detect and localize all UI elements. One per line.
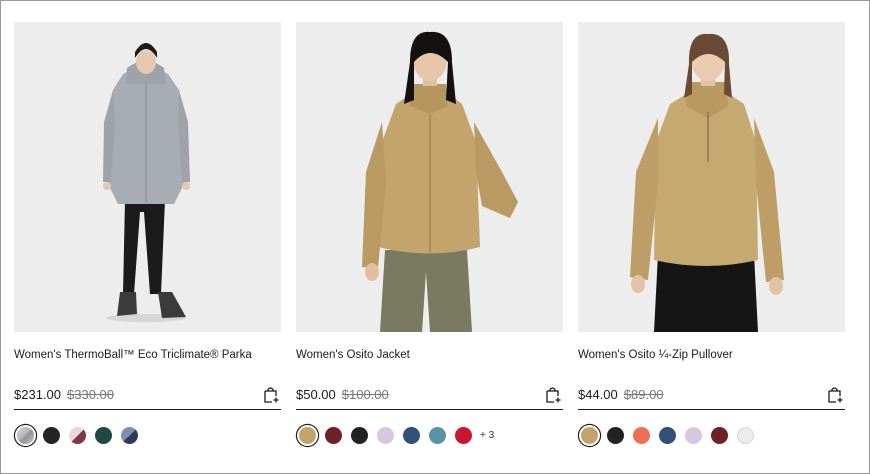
original-price: $100.00	[341, 387, 389, 402]
color-swatch[interactable]	[633, 427, 650, 444]
product-name[interactable]: Women's Osito Jacket	[296, 348, 563, 362]
color-swatch[interactable]	[299, 427, 316, 444]
color-swatch[interactable]	[607, 427, 624, 444]
add-to-bag-icon[interactable]	[545, 386, 561, 404]
price-row: $44.00 $89.00	[578, 386, 845, 410]
color-swatch[interactable]	[685, 427, 702, 444]
color-swatch[interactable]	[659, 427, 676, 444]
product-photo-osito-jacket	[362, 31, 518, 332]
sale-price: $44.00	[578, 387, 618, 402]
shopping-bag-plus-icon	[546, 387, 561, 403]
color-swatch[interactable]	[711, 427, 728, 444]
color-swatches	[14, 427, 281, 444]
add-to-bag-icon[interactable]	[827, 386, 843, 404]
product-photo-osito-pullover	[630, 33, 784, 332]
sale-price: $231.00	[14, 387, 61, 402]
color-swatches: + 3	[296, 427, 563, 444]
color-swatch[interactable]	[429, 427, 446, 444]
color-swatch[interactable]	[95, 427, 112, 444]
product-card[interactable]: Women's Osito ¼-Zip Pullover $44.00 $89.…	[578, 22, 845, 444]
product-image[interactable]	[296, 22, 563, 332]
sale-price: $50.00	[296, 387, 336, 402]
shopping-bag-plus-icon	[828, 387, 843, 403]
add-to-bag-icon[interactable]	[263, 386, 279, 404]
color-swatch[interactable]	[69, 427, 86, 444]
original-price: $330.00	[67, 387, 114, 402]
color-swatch[interactable]	[737, 427, 754, 444]
color-swatch[interactable]	[377, 427, 394, 444]
product-card[interactable]: Women's Osito Jacket $50.00 $100.00 + 3	[296, 22, 563, 444]
product-grid: Women's ThermoBall™ Eco Triclimate® Park…	[14, 22, 845, 444]
more-colors-link[interactable]: + 3	[480, 430, 494, 441]
product-image[interactable]	[14, 22, 281, 332]
original-price: $89.00	[623, 387, 664, 402]
color-swatch[interactable]	[455, 427, 472, 444]
product-photo-parka	[103, 43, 190, 322]
color-swatch[interactable]	[403, 427, 420, 444]
price-row: $231.00 $330.00	[14, 386, 281, 410]
color-swatch[interactable]	[121, 427, 138, 444]
color-swatch[interactable]	[581, 427, 598, 444]
color-swatch[interactable]	[351, 427, 368, 444]
color-swatch[interactable]	[325, 427, 342, 444]
price-row: $50.00 $100.00	[296, 386, 563, 410]
color-swatches	[578, 427, 845, 444]
product-card[interactable]: Women's ThermoBall™ Eco Triclimate® Park…	[14, 22, 281, 444]
product-name[interactable]: Women's ThermoBall™ Eco Triclimate® Park…	[14, 348, 281, 362]
color-swatch[interactable]	[43, 427, 60, 444]
product-name[interactable]: Women's Osito ¼-Zip Pullover	[578, 348, 845, 362]
product-image[interactable]	[578, 22, 845, 332]
shopping-bag-plus-icon	[264, 387, 279, 403]
color-swatch[interactable]	[17, 427, 34, 444]
